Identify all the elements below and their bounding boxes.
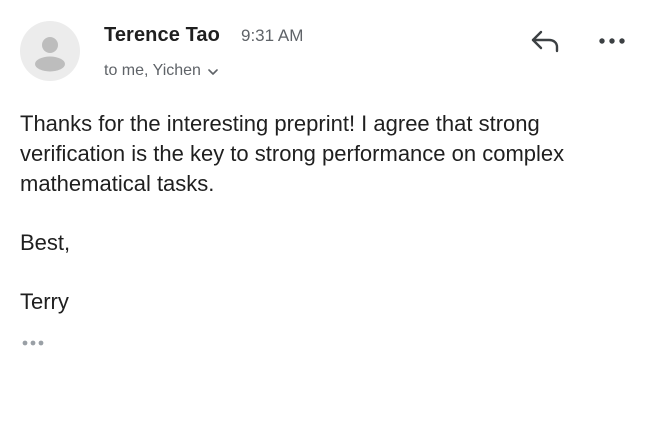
sender-name[interactable]: Terence Tao <box>104 24 220 47</box>
message-paragraph: Best, <box>20 230 71 255</box>
message-header: Terence Tao 9:31 AM to me, Yichen <box>0 0 646 90</box>
recipients-toggle[interactable]: to me, Yichen <box>104 61 218 81</box>
show-trimmed-content-button[interactable] <box>20 336 50 350</box>
more-horizontal-icon <box>599 38 625 44</box>
more-options-button[interactable] <box>594 28 630 54</box>
reply-icon <box>531 30 559 53</box>
recipients-label: to me, Yichen <box>104 62 201 79</box>
reply-button[interactable] <box>528 26 564 56</box>
person-icon <box>35 37 65 72</box>
message-paragraph: Thanks for the interesting preprint! I a… <box>20 111 565 196</box>
avatar[interactable] <box>20 21 80 81</box>
message-time: 9:31 AM <box>241 26 304 45</box>
chevron-down-icon <box>208 63 218 81</box>
ellipsis-icon <box>22 340 44 346</box>
message-signature: Terry <box>20 289 69 314</box>
message-body: Thanks for the interesting preprint! I a… <box>20 109 630 317</box>
